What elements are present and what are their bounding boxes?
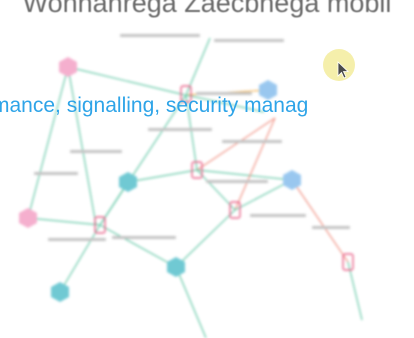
- node-hexagon-pink-icon: [59, 57, 77, 77]
- graph-edge: [196, 169, 293, 181]
- edge-label-blur: [120, 34, 200, 37]
- edge-label-blur: [70, 150, 122, 153]
- edge-label-blur: [148, 128, 212, 131]
- node-hexagon-pink-icon: [19, 208, 37, 228]
- graph-edge: [127, 169, 198, 183]
- edge-label-blur: [34, 172, 78, 175]
- edge-label-blur: [206, 180, 268, 183]
- edge-label-blur: [48, 238, 106, 241]
- edge-label-blur: [222, 140, 282, 143]
- graph-edge: [291, 179, 349, 263]
- edge-label-blur: [214, 39, 284, 42]
- video-frame: Wohnahrega Zaecbhega mobil mance, signal…: [0, 0, 414, 338]
- node-hexagon-teal-icon: [167, 257, 185, 277]
- edge-label-blur: [312, 226, 350, 229]
- graph-edge: [175, 266, 207, 338]
- graph-edge: [27, 66, 69, 219]
- graph-edge: [27, 217, 101, 226]
- mouse-pointer-icon: [337, 61, 350, 79]
- graph-edge: [67, 66, 97, 226]
- edge-label-blur: [250, 214, 306, 217]
- graph-edges: [27, 37, 363, 338]
- edge-label-blur: [112, 236, 176, 239]
- graph-edge: [175, 209, 236, 268]
- caption-middle: mance, signalling, security manag: [0, 94, 309, 117]
- node-hexagon-teal-icon: [51, 282, 69, 302]
- network-graph: [19, 34, 363, 338]
- node-hexagon-teal-icon: [119, 172, 137, 192]
- node-hexagon-blue-icon: [283, 170, 301, 190]
- graph-edge: [99, 224, 177, 268]
- graph-edge: [59, 224, 101, 293]
- graph-edge: [67, 66, 186, 96]
